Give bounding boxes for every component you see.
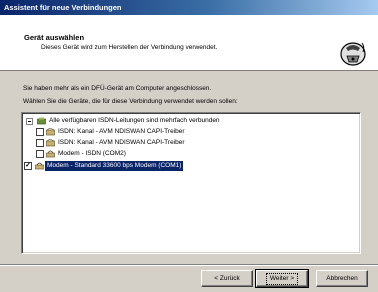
cancel-button-label: Abbrechen <box>326 275 358 282</box>
device-label: ISDN: Kanal - AVM NDISWAN CAPI-Treiber <box>58 128 185 135</box>
modem-icon <box>46 150 55 158</box>
title-bar[interactable]: Assistent für neue Verbindungen <box>0 0 378 15</box>
phone-connection-icon <box>340 42 366 66</box>
device-label: Modem - ISDN (COM2) <box>58 150 126 157</box>
device-checkbox[interactable] <box>36 128 44 136</box>
device-checkbox[interactable] <box>36 150 44 158</box>
next-button-label: Weiter > <box>265 273 299 285</box>
device-checkbox[interactable] <box>36 139 44 147</box>
device-row-selected[interactable]: ✓ Modem - Standard 33600 bps Modem (COM1… <box>22 161 184 171</box>
wizard-header: Gerät auswählen Dieses Gerät wird zum He… <box>0 15 378 71</box>
page-subtitle: Dieses Gerät wird zum Herstellen der Ver… <box>41 44 218 51</box>
window-title: Assistent für neue Verbindungen <box>4 3 122 12</box>
device-row[interactable]: ISDN: Kanal - AVM NDISWAN CAPI-Treiber <box>32 138 185 148</box>
isdn-icon <box>37 117 46 125</box>
instruction-text-2: Wählen Sie die Geräte, die für diese Ver… <box>23 98 238 105</box>
device-row[interactable]: ISDN: Kanal - AVM NDISWAN CAPI-Treiber <box>32 127 185 137</box>
page-title: Gerät auswählen <box>24 33 85 42</box>
collapse-icon[interactable] <box>26 118 33 125</box>
device-label: ISDN: Kanal - AVM NDISWAN CAPI-Treiber <box>58 139 185 146</box>
device-row[interactable]: Modem - ISDN (COM2) <box>32 149 126 159</box>
device-row[interactable]: Alle verfügbaren ISDN-Leitungen sind meh… <box>25 116 220 126</box>
device-label: Modem - Standard 33600 bps Modem (COM1) <box>45 161 184 171</box>
cancel-button[interactable]: Abbrechen <box>316 270 368 287</box>
modem-icon <box>35 162 44 170</box>
back-button-label: < Zurück <box>214 275 240 282</box>
next-button[interactable]: Weiter > <box>255 269 309 288</box>
device-label: Alle verfügbaren ISDN-Leitungen sind meh… <box>49 117 220 124</box>
device-checkbox-checked[interactable]: ✓ <box>24 162 32 170</box>
wizard-window: Assistent für neue Verbindungen Gerät au… <box>0 0 378 292</box>
button-divider <box>0 264 378 266</box>
device-list[interactable]: Alle verfügbaren ISDN-Leitungen sind meh… <box>21 112 361 254</box>
isdn-icon <box>46 128 55 136</box>
instruction-text-1: Sie haben mehr als ein DFÜ-Gerät am Comp… <box>23 85 212 92</box>
isdn-icon <box>46 139 55 147</box>
back-button[interactable]: < Zurück <box>201 270 253 287</box>
